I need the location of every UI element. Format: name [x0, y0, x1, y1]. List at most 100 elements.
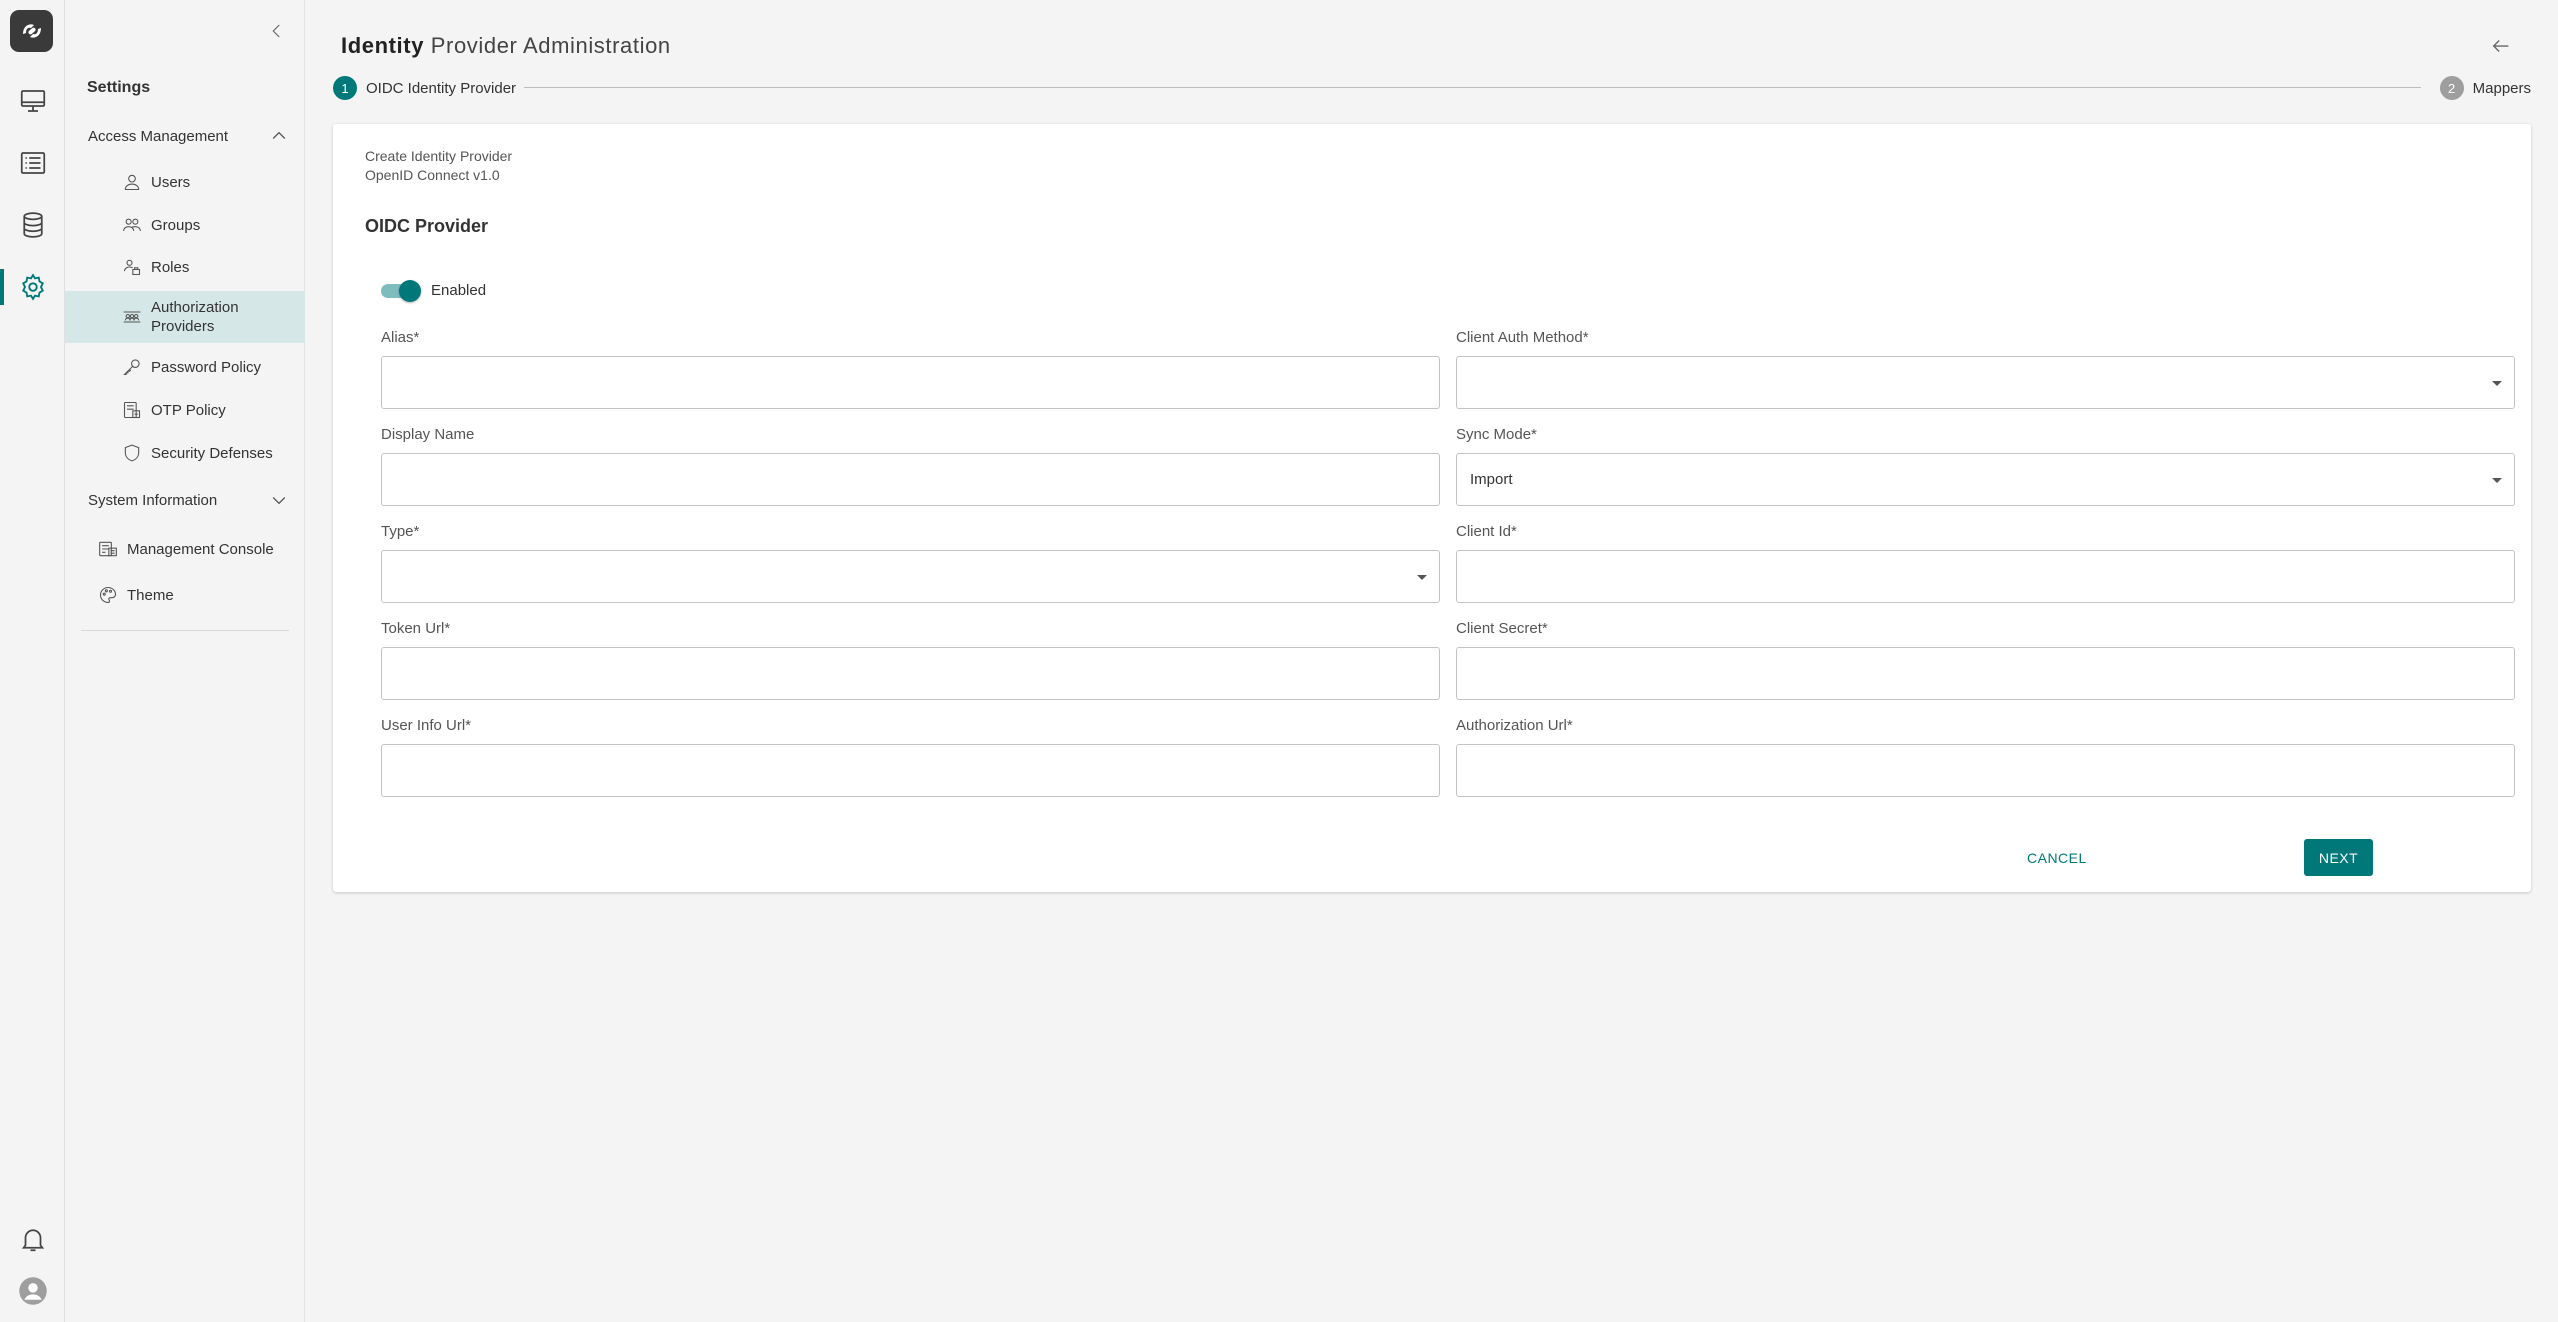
caret-down-icon [2492, 381, 2502, 386]
type-label: Type* [381, 523, 420, 540]
sync-mode-value: Import [1470, 471, 1513, 488]
sync-mode-select[interactable]: Import [1456, 453, 2515, 506]
sidebar-item-otp-policy[interactable]: OTP Policy [65, 392, 305, 428]
icon-rail [0, 0, 65, 1322]
sidebar-divider [81, 630, 289, 631]
form-protocol: OpenID Connect v1.0 [365, 167, 500, 183]
sidebar-item-label: Security Defenses [151, 444, 273, 462]
client-secret-label: Client Secret* [1456, 620, 1548, 637]
step-label: OIDC Identity Provider [366, 79, 517, 97]
authorization-url-input[interactable] [1456, 744, 2515, 797]
gear-icon [21, 273, 44, 301]
database-icon [22, 212, 43, 238]
system-information-group[interactable]: System Information [65, 480, 305, 520]
step-mappers[interactable]: 2 Mappers [2431, 76, 2531, 100]
chevron-down-icon [272, 497, 286, 505]
console-icon [99, 541, 117, 557]
sidebar-item-groups[interactable]: Groups [65, 207, 305, 243]
caret-down-icon [2492, 478, 2502, 483]
rail-settings-button[interactable] [0, 262, 65, 312]
identity-provider-form-card: Create Identity Provider OpenID Connect … [333, 124, 2531, 892]
step-number: 2 [2439, 76, 2464, 100]
page-title-rest: Provider Administration [424, 33, 671, 58]
sidebar-item-security-defenses[interactable]: Security Defenses [65, 435, 305, 471]
collapse-sidebar-button[interactable] [262, 16, 292, 46]
token-url-input[interactable] [381, 647, 1440, 700]
page-title-bold: Identity [341, 33, 425, 58]
user-info-url-input[interactable] [381, 744, 1440, 797]
rail-database-button[interactable] [0, 200, 65, 250]
sidebar-item-label: Roles [151, 258, 190, 276]
sidebar-item-users[interactable]: Users [65, 164, 305, 200]
sidebar-item-label: OTP Policy [151, 401, 226, 419]
authorization-providers-icon [123, 311, 141, 323]
bell-icon [21, 1229, 44, 1252]
cancel-button[interactable]: CANCEL [2015, 840, 2099, 876]
app-logo[interactable] [10, 10, 53, 52]
user-icon [124, 174, 140, 191]
sidebar-item-password-policy[interactable]: Password Policy [65, 349, 305, 385]
sidebar-item-label: Management Console [127, 540, 274, 558]
authorization-url-label: Authorization Url* [1456, 717, 1573, 734]
rail-notifications-button[interactable] [0, 1214, 65, 1264]
wizard-stepper: 1 OIDC Identity Provider 2 Mappers [333, 76, 2531, 100]
display-name-label: Display Name [381, 426, 475, 443]
sidebar-item-management-console[interactable]: Management Console [65, 531, 305, 567]
chevron-up-icon [272, 131, 286, 139]
arrow-left-icon [2492, 40, 2509, 52]
type-select[interactable] [381, 550, 1440, 603]
toggle-knob [399, 279, 421, 302]
enabled-label: Enabled [431, 282, 487, 299]
sidebar-item-label: Theme [127, 586, 174, 604]
roles-icon [123, 259, 141, 276]
user-avatar-icon [18, 1277, 47, 1305]
list-icon [20, 152, 45, 174]
sidebar-item-label: Password Policy [151, 358, 262, 376]
token-url-label: Token Url* [381, 620, 451, 637]
sync-mode-label: Sync Mode* [1456, 426, 1537, 443]
logo-icon [22, 24, 41, 38]
client-id-input[interactable] [1456, 550, 2515, 603]
sidebar-item-theme[interactable]: Theme [65, 577, 305, 613]
form-subtitle: Create Identity Provider [365, 148, 513, 164]
display-name-input[interactable] [381, 453, 1440, 506]
shield-icon [124, 444, 140, 462]
alias-label: Alias* [381, 329, 420, 346]
sidebar-title: Settings [87, 79, 151, 96]
step-number: 1 [333, 76, 357, 100]
step-oidc-identity-provider[interactable]: 1 OIDC Identity Provider [333, 76, 525, 100]
alias-input[interactable] [381, 356, 1440, 409]
chevron-left-icon [272, 24, 280, 38]
next-button[interactable]: NEXT [2304, 839, 2373, 876]
palette-icon [100, 586, 117, 604]
access-management-label: Access Management [88, 127, 229, 145]
user-info-url-label: User Info Url* [381, 717, 472, 734]
system-information-label: System Information [88, 491, 218, 509]
sidebar-item-authorization-providers[interactable]: Authorization Providers [65, 291, 305, 343]
stepper-connector [523, 87, 2421, 88]
key-icon [123, 359, 140, 376]
otp-icon [123, 401, 141, 419]
step-label: Mappers [2472, 79, 2531, 97]
sidebar-item-roles[interactable]: Roles [65, 249, 305, 285]
rail-list-button[interactable] [0, 138, 65, 188]
rail-profile-button[interactable] [0, 1266, 65, 1316]
page-title: Identity Provider Administration [341, 33, 671, 59]
client-auth-method-label: Client Auth Method* [1456, 329, 1589, 346]
caret-down-icon [1417, 575, 1427, 580]
settings-sidebar: Settings Access Management Users Groups … [65, 0, 305, 1322]
client-secret-input[interactable] [1456, 647, 2515, 700]
monitor-icon [20, 90, 45, 112]
rail-dashboard-button[interactable] [0, 76, 65, 126]
client-id-label: Client Id* [1456, 523, 1517, 540]
toggle-track [381, 279, 421, 302]
back-button[interactable] [2486, 31, 2516, 61]
sidebar-item-label: Groups [151, 216, 201, 234]
sidebar-item-label: Users [151, 173, 191, 191]
sidebar-item-label: Authorization Providers [151, 299, 239, 335]
form-heading: OIDC Provider [365, 216, 489, 236]
access-management-group[interactable]: Access Management [65, 116, 305, 156]
enabled-toggle[interactable]: Enabled [381, 279, 487, 302]
client-auth-method-select[interactable] [1456, 356, 2515, 409]
groups-icon [123, 218, 141, 231]
